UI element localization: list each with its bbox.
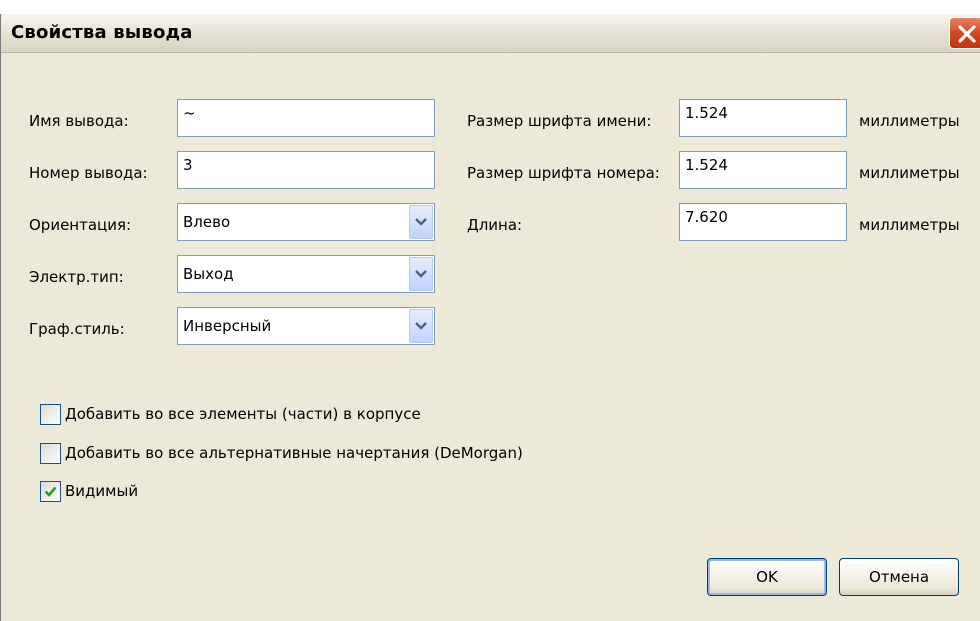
title-bar[interactable]: Свойства вывода [1,14,980,53]
window-title: Свойства вывода [11,22,193,43]
name-font-size-unit: миллиметры [859,112,960,130]
graphic-style-value: Инверсный [183,317,272,335]
electrical-type-label: Электр.тип: [29,268,124,286]
pin-number-label: Номер вывода: [29,164,148,182]
name-font-size-label: Размер шрифта имени: [467,112,652,130]
number-font-size-input[interactable]: 1.524 [679,151,847,189]
length-label: Длина: [467,216,523,234]
electrical-type-value: Выход [183,265,234,283]
graphic-style-dropdown-button[interactable] [409,309,433,343]
add-to-all-demorgan-checkbox[interactable] [40,443,61,464]
electrical-type-select[interactable]: Выход [177,255,435,293]
electrical-type-dropdown-button[interactable] [409,257,433,291]
chevron-down-icon [415,270,427,278]
visible-checkbox[interactable] [40,481,61,502]
pin-name-label: Имя вывода: [29,112,129,130]
chevron-down-icon [415,218,427,226]
chevron-down-icon [415,322,427,330]
pin-name-input[interactable]: ~ [177,99,435,137]
pin-number-input[interactable]: 3 [177,151,435,189]
name-font-size-input[interactable]: 1.524 [679,99,847,137]
orientation-value: Влево [183,213,231,231]
add-to-all-demorgan-label[interactable]: Добавить во все альтернативные начертани… [65,444,523,462]
checkmark-icon [44,486,57,497]
pin-properties-dialog: Свойства вывода Имя вывода: ~ Номер выво… [0,14,980,621]
add-to-all-parts-label[interactable]: Добавить во все элементы (части) в корпу… [65,405,421,423]
number-font-size-label: Размер шрифта номера: [467,164,660,182]
close-button[interactable] [949,17,980,49]
cancel-button[interactable]: Отмена [839,558,959,596]
graphic-style-label: Граф.стиль: [29,320,125,338]
orientation-dropdown-button[interactable] [409,205,433,239]
orientation-label: Ориентация: [29,216,132,234]
visible-label[interactable]: Видимый [65,482,138,500]
length-unit: миллиметры [859,216,960,234]
graphic-style-select[interactable]: Инверсный [177,307,435,345]
length-input[interactable]: 7.620 [679,203,847,241]
ok-button[interactable]: OK [707,558,827,596]
number-font-size-unit: миллиметры [859,164,960,182]
close-icon [958,25,976,43]
add-to-all-parts-checkbox[interactable] [40,404,61,425]
orientation-select[interactable]: Влево [177,203,435,241]
